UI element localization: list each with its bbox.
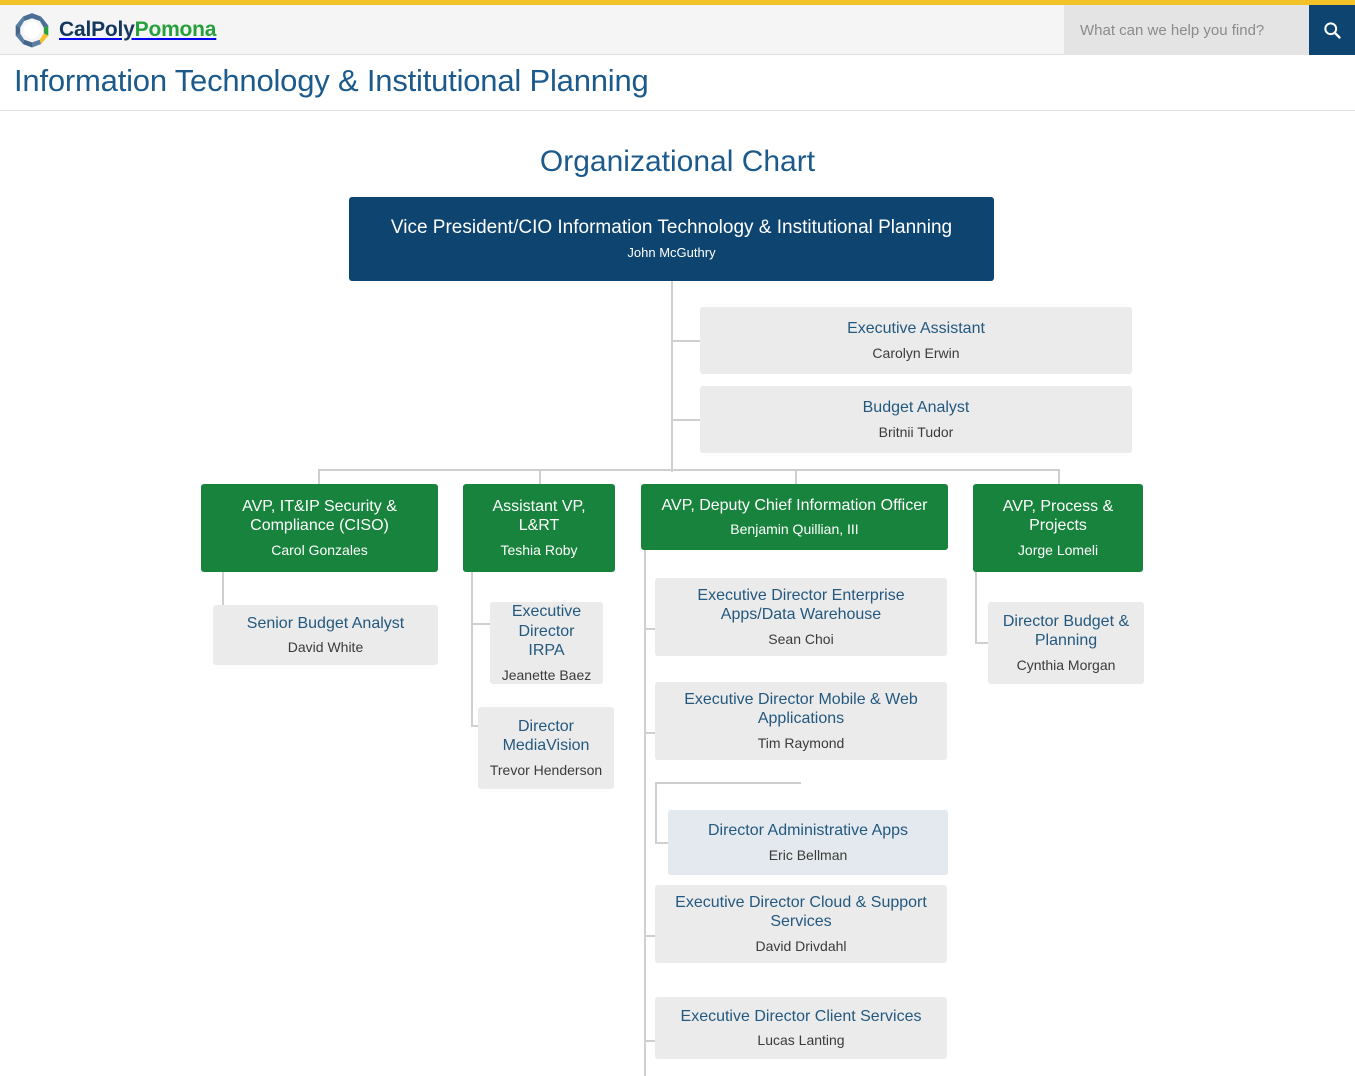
- node-senior-budget-analyst[interactable]: Senior Budget Analyst David White: [213, 605, 438, 665]
- site-header: CalPolyPomona: [0, 5, 1355, 55]
- connector-lrt-stem: [471, 572, 473, 727]
- node-avp-security-compliance[interactable]: AVP, IT&IP Security & Compliance (CISO) …: [201, 484, 438, 572]
- search-submit-button[interactable]: [1309, 5, 1355, 55]
- connector-level1-bus: [318, 469, 1060, 471]
- node-exec-director-cloud-support[interactable]: Executive Director Cloud & Support Servi…: [655, 885, 947, 963]
- node-person: Carol Gonzales: [271, 541, 368, 558]
- node-person: Jeanette Baez: [501, 666, 592, 683]
- node-person: Cynthia Morgan: [1016, 656, 1116, 673]
- node-title: Director Administrative Apps: [707, 822, 909, 840]
- calpoly-hexagon-logo-icon: [15, 13, 49, 48]
- node-exec-director-mobile-web[interactable]: Executive Director Mobile & Web Applicat…: [655, 682, 947, 760]
- connector-stub-budget-analyst: [671, 419, 701, 421]
- node-executive-assistant[interactable]: Executive Assistant Carolyn Erwin: [700, 307, 1132, 374]
- node-title: Director MediaVision: [502, 717, 590, 755]
- node-person: Tim Raymond: [757, 734, 845, 751]
- node-title: AVP, Deputy Chief Information Officer: [661, 496, 928, 514]
- node-exec-director-enterprise-apps[interactable]: Executive Director Enterprise Apps/Data …: [655, 578, 947, 656]
- node-title: Executive Director Mobile & Web Applicat…: [684, 690, 918, 728]
- site-search: [1064, 5, 1355, 55]
- page-title: Information Technology & Institutional P…: [14, 63, 649, 98]
- chart-heading: Organizational Chart: [539, 145, 816, 178]
- node-title: Executive Director Cloud & Support Servi…: [675, 893, 927, 931]
- site-logo-link[interactable]: CalPolyPomona: [14, 8, 216, 52]
- search-input[interactable]: [1064, 5, 1309, 55]
- node-title: Executive Assistant: [847, 320, 985, 338]
- node-vp-cio[interactable]: Vice President/CIO Information Technolog…: [349, 197, 994, 281]
- node-title: Director Budget & Planning: [1002, 612, 1130, 650]
- node-avp-process-projects[interactable]: AVP, Process & Projects Jorge Lomeli: [973, 484, 1143, 572]
- node-exec-director-irpa[interactable]: Executive Director IRPA Jeanette Baez: [490, 602, 603, 684]
- page-root: CalPolyPomona Information Technology & I…: [0, 0, 1355, 1076]
- node-title: AVP, IT&IP Security & Compliance (CISO): [242, 497, 397, 535]
- node-title: AVP, Process & Projects: [1002, 497, 1114, 535]
- brand-first: CalPoly: [59, 18, 135, 41]
- connector-process-stem: [975, 572, 977, 644]
- search-icon: [1324, 22, 1341, 39]
- node-director-mediavision[interactable]: Director MediaVision Trevor Henderson: [478, 707, 614, 789]
- connector-stub-exec-assistant: [671, 340, 701, 342]
- node-person: Teshia Roby: [500, 541, 578, 558]
- brand-second: Pomona: [134, 18, 217, 41]
- node-person: Britnii Tudor: [878, 423, 954, 440]
- node-person: David Drivdahl: [755, 937, 847, 954]
- node-person: Carolyn Erwin: [872, 344, 960, 361]
- node-title: Executive Director IRPA: [511, 603, 582, 660]
- node-title: Vice President/CIO Information Technolog…: [390, 216, 953, 238]
- org-chart: Organizational Chart Vice President/CIO …: [0, 112, 1355, 1076]
- node-title: Assistant VP, L&RT: [492, 497, 586, 535]
- node-exec-director-client-services[interactable]: Executive Director Client Services Lucas…: [655, 997, 947, 1059]
- node-person: Sean Choi: [768, 630, 834, 647]
- page-title-band: Information Technology & Institutional P…: [0, 56, 1355, 111]
- brand-wordmark: CalPolyPomona: [59, 18, 216, 42]
- node-title: Executive Director Client Services: [680, 1007, 922, 1025]
- node-title: Executive Director Enterprise Apps/Data …: [697, 586, 905, 624]
- node-person: John McGuthry: [627, 245, 716, 261]
- connector-mobileweb-top: [655, 782, 801, 784]
- node-budget-analyst[interactable]: Budget Analyst Britnii Tudor: [700, 386, 1132, 453]
- node-person: David White: [287, 639, 364, 656]
- node-director-administrative-apps[interactable]: Director Administrative Apps Eric Bellma…: [668, 810, 948, 875]
- node-avp-deputy-cio[interactable]: AVP, Deputy Chief Information Officer Be…: [641, 484, 948, 550]
- node-person: Trevor Henderson: [489, 761, 603, 778]
- node-title: Budget Analyst: [862, 399, 970, 417]
- node-person: Eric Bellman: [768, 846, 848, 863]
- node-person: Benjamin Quillian, III: [730, 521, 859, 538]
- node-person: Jorge Lomeli: [1017, 541, 1099, 558]
- node-director-budget-planning[interactable]: Director Budget & Planning Cynthia Morga…: [988, 602, 1144, 684]
- node-title: Senior Budget Analyst: [246, 614, 405, 632]
- node-person: Lucas Lanting: [757, 1032, 845, 1049]
- node-assistant-vp-lrt[interactable]: Assistant VP, L&RT Teshia Roby: [463, 484, 615, 572]
- connector-vp-spine: [671, 281, 673, 470]
- connector-mobileweb-stem: [655, 782, 657, 844]
